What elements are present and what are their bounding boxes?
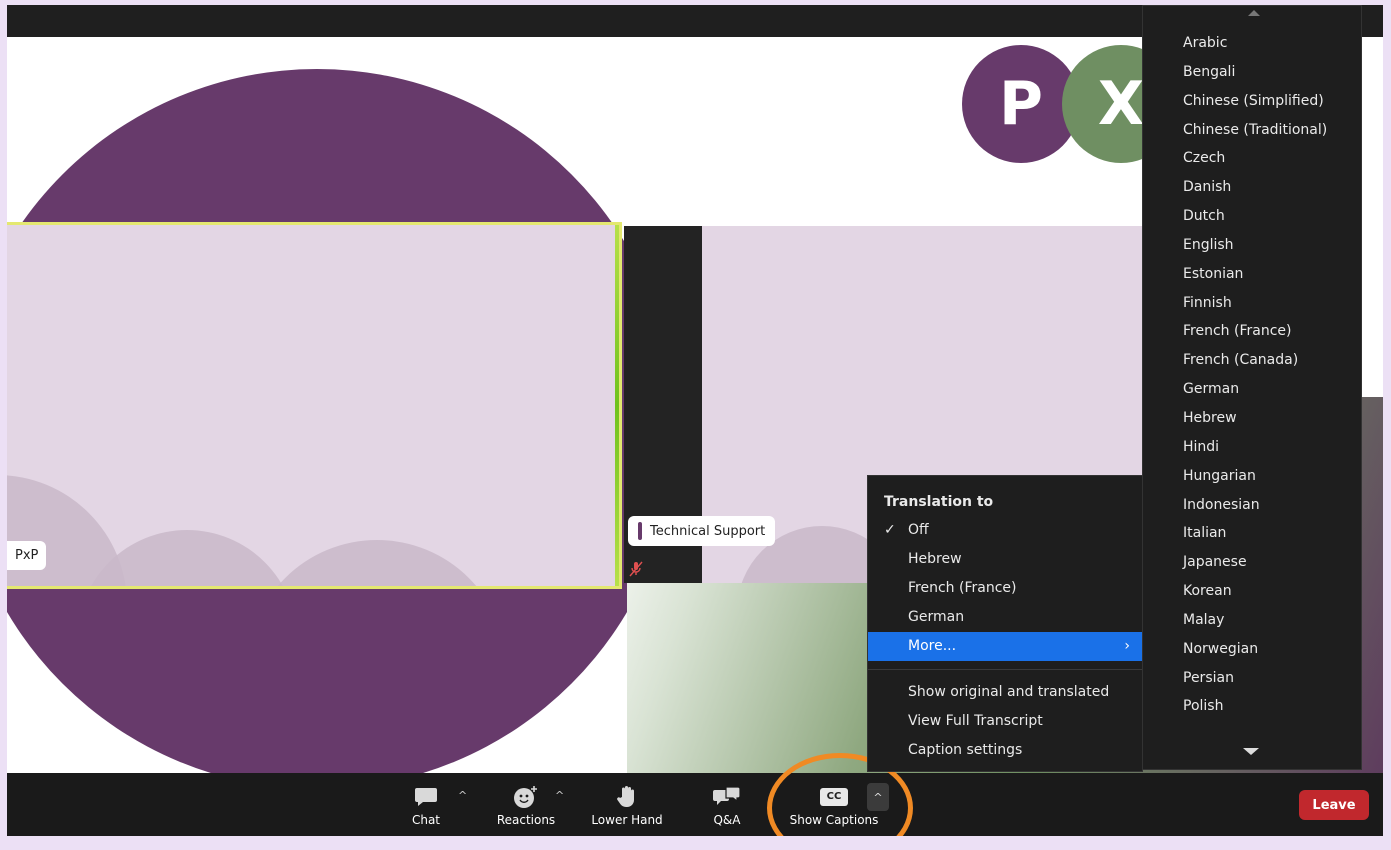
option-label: View Full Transcript	[908, 713, 1043, 729]
language-option[interactable]: Persian	[1143, 667, 1361, 696]
chevron-right-icon: ›	[1124, 638, 1130, 654]
qa-label: Q&A	[713, 812, 741, 827]
view-full-transcript-option[interactable]: View Full Transcript	[868, 707, 1142, 736]
lower-hand-label: Lower Hand	[591, 812, 663, 827]
reactions-label: Reactions	[496, 812, 556, 827]
language-option[interactable]: Polish	[1143, 695, 1361, 724]
tile-bubble	[247, 540, 507, 586]
video-tile-active-speaker[interactable]: PxP	[7, 222, 622, 589]
language-option[interactable]: Dutch	[1143, 205, 1361, 234]
caption-settings-option[interactable]: Caption settings	[868, 736, 1142, 765]
meeting-toolbar: Chat ^ Reactions ^ Lower Hand Q&A CC Sho…	[7, 773, 1383, 836]
language-option[interactable]: Chinese (Simplified)	[1143, 90, 1361, 119]
speaker-highlight-edge	[615, 225, 619, 586]
language-option[interactable]: Malay	[1143, 609, 1361, 638]
language-option[interactable]: Estonian	[1143, 263, 1361, 292]
hand-icon	[616, 783, 638, 811]
language-option[interactable]: Korean	[1143, 580, 1361, 609]
reactions-button[interactable]: Reactions	[491, 773, 561, 836]
language-option[interactable]: German	[1143, 378, 1361, 407]
captions-menu: Translation to ✓ Off Hebrew French (Fran…	[867, 475, 1143, 772]
option-label: Hebrew	[908, 551, 962, 567]
option-label: More...	[908, 638, 957, 654]
translation-option-off[interactable]: ✓ Off	[868, 516, 1142, 545]
reactions-icon	[513, 783, 539, 811]
language-option[interactable]: Indonesian	[1143, 494, 1361, 523]
translation-option-more[interactable]: More... ›	[868, 632, 1142, 661]
participant-name-tag: PxP	[7, 541, 47, 570]
option-label: Off	[908, 522, 929, 538]
option-label: German	[908, 609, 965, 625]
option-label: French (France)	[908, 580, 1017, 596]
language-option[interactable]: Finnish	[1143, 292, 1361, 321]
language-submenu: Arabic Bengali Chinese (Simplified) Chinese…	[1142, 5, 1362, 770]
translation-header: Translation to	[884, 494, 994, 510]
reactions-chevron-up-icon[interactable]: ^	[555, 789, 564, 802]
translation-option-french-france[interactable]: French (France)	[868, 574, 1142, 603]
chat-icon	[414, 783, 438, 811]
language-option[interactable]: Norwegian	[1143, 638, 1361, 667]
tile-bubble	[77, 530, 297, 586]
check-icon: ✓	[884, 522, 896, 538]
scroll-down-arrow-icon[interactable]	[1243, 748, 1259, 755]
participant-name: Technical Support	[650, 523, 766, 539]
qa-button[interactable]: Q&A	[707, 773, 747, 836]
chat-button[interactable]: Chat	[402, 773, 450, 836]
language-option[interactable]: Italian	[1143, 522, 1361, 551]
lower-hand-button[interactable]: Lower Hand	[582, 773, 672, 836]
meeting-window: P X PxP Technical Support Chat ^ Reactio…	[7, 5, 1383, 836]
language-option[interactable]: Hebrew	[1143, 407, 1361, 436]
translation-option-german[interactable]: German	[868, 603, 1142, 632]
option-label: Caption settings	[908, 742, 1023, 758]
language-option[interactable]: Hindi	[1143, 436, 1361, 465]
language-option[interactable]: French (Canada)	[1143, 349, 1361, 378]
language-option[interactable]: Czech	[1143, 147, 1361, 176]
language-option[interactable]: French (France)	[1143, 320, 1361, 349]
participant-name-tag: Technical Support	[628, 516, 776, 546]
show-original-and-translated-option[interactable]: Show original and translated	[868, 678, 1142, 707]
participant-name: PxP	[15, 548, 39, 563]
qa-icon	[713, 783, 741, 811]
menu-divider	[868, 669, 1142, 670]
option-label: Show original and translated	[908, 684, 1110, 700]
language-option[interactable]: Chinese (Traditional)	[1143, 119, 1361, 148]
language-list: Arabic Bengali Chinese (Simplified) Chinese…	[1143, 32, 1361, 753]
language-option[interactable]: Arabic	[1143, 32, 1361, 61]
muted-mic-icon	[629, 561, 645, 579]
speaker-indicator	[638, 522, 642, 540]
translation-option-hebrew[interactable]: Hebrew	[868, 545, 1142, 574]
language-option[interactable]: Danish	[1143, 176, 1361, 205]
chat-chevron-up-icon[interactable]: ^	[458, 789, 467, 802]
language-option[interactable]: English	[1143, 234, 1361, 263]
leave-button[interactable]: Leave	[1299, 790, 1369, 820]
scroll-up-arrow-icon[interactable]	[1248, 10, 1260, 16]
chat-label: Chat	[411, 812, 441, 827]
language-option[interactable]: Bengali	[1143, 61, 1361, 90]
language-option[interactable]: Japanese	[1143, 551, 1361, 580]
language-option[interactable]: Hungarian	[1143, 465, 1361, 494]
